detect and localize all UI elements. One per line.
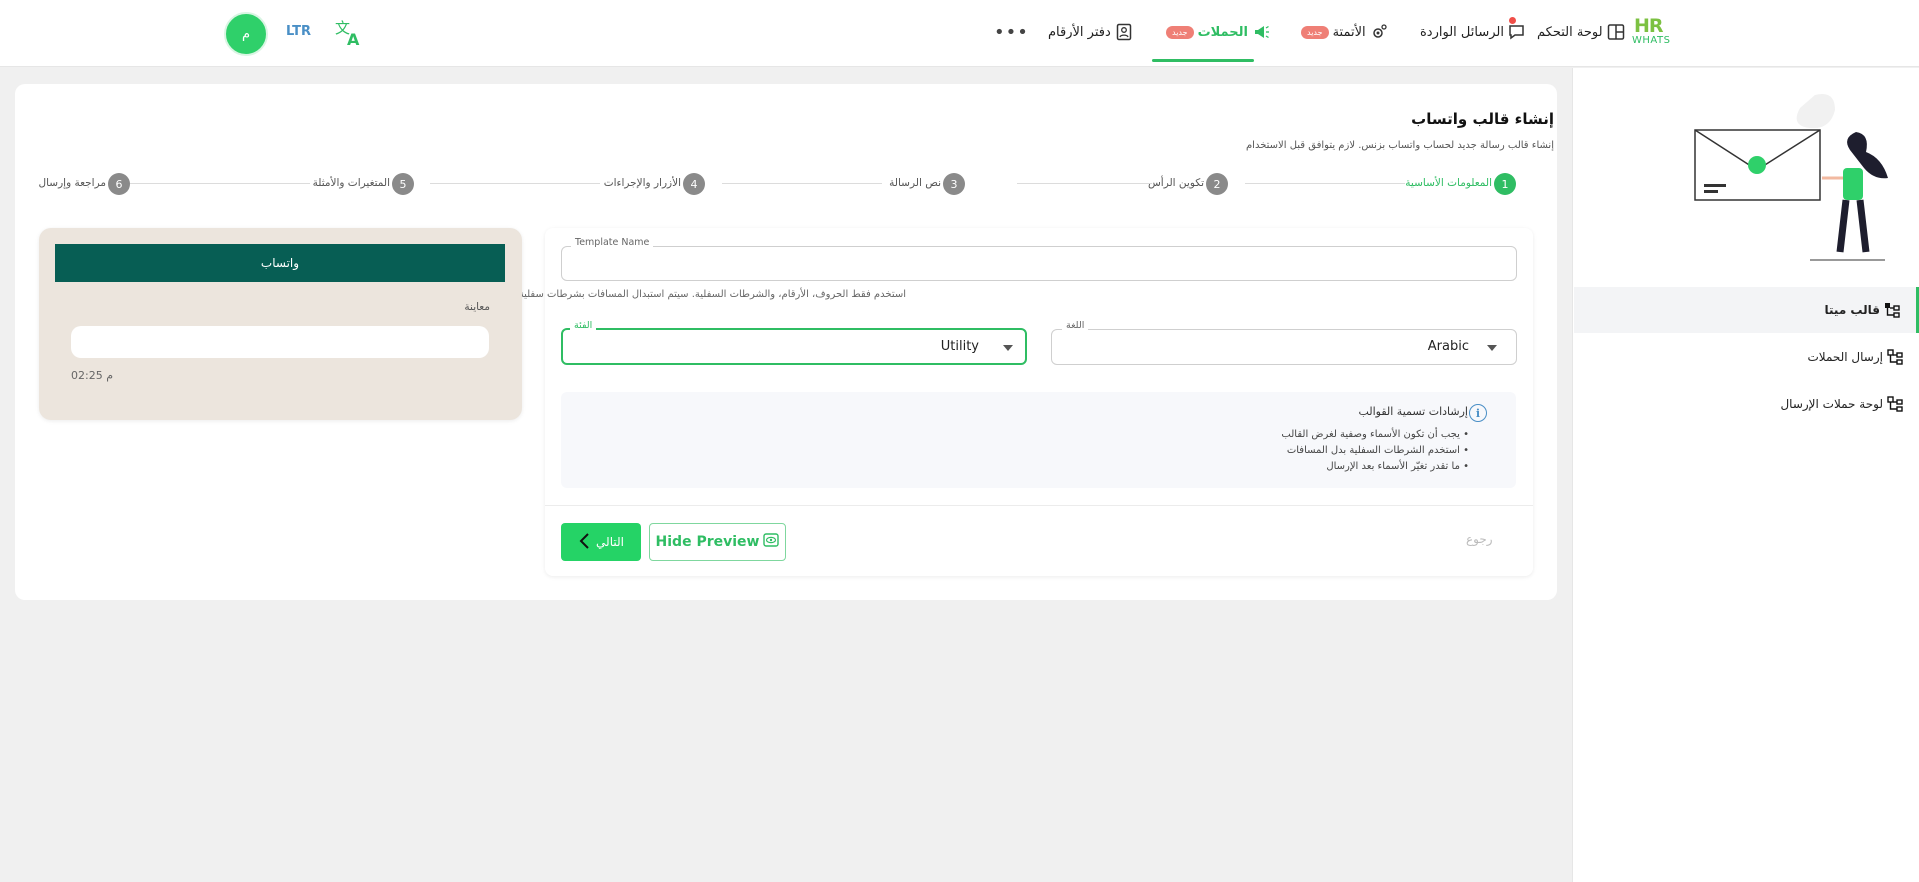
guideline-item: • استخدم الشرطات السفلية بدل المسافات xyxy=(1286,445,1469,456)
sidebar-item-send-campaigns[interactable]: إرسال الحملات xyxy=(1574,334,1919,380)
hide-preview-button[interactable]: Hide Preview xyxy=(649,523,786,561)
template-name-field[interactable] xyxy=(561,246,1517,281)
more-menu-icon[interactable]: ••• xyxy=(994,22,1029,43)
envelope-illustration xyxy=(1690,90,1900,270)
template-name-helper: استخدم فقط الحروف، الأرقام، والشرطات الس… xyxy=(515,289,906,300)
nav-dashboard[interactable]: لوحة التحكم xyxy=(1537,20,1625,44)
language-value: Arabic xyxy=(1427,339,1469,354)
chevron-down-icon xyxy=(1003,345,1013,351)
nav-automation[interactable]: الأتمتة جديد xyxy=(1295,20,1388,44)
step-1-label: المعلومات الأساسية xyxy=(1405,177,1492,189)
stepper-connector xyxy=(430,183,600,184)
message-bubble xyxy=(71,326,489,358)
chevron-down-icon xyxy=(1487,345,1497,351)
step-3-label: نص الرسالة xyxy=(889,177,941,189)
preview-header: واتساب xyxy=(55,244,505,282)
stepper-connector xyxy=(1245,183,1405,184)
hide-preview-label: Hide Preview xyxy=(655,534,760,550)
language-label: اللغة xyxy=(1062,320,1089,331)
avatar[interactable]: م xyxy=(224,12,268,56)
step-1-number[interactable]: 1 xyxy=(1494,173,1516,195)
back-button[interactable]: رجوع xyxy=(1466,532,1493,546)
next-button-label: التالي xyxy=(596,535,624,549)
step-6-number[interactable]: 6 xyxy=(108,173,130,195)
sidebar-item-meta-template[interactable]: قالب ميتا xyxy=(1574,287,1919,333)
step-4-number[interactable]: 4 xyxy=(683,173,705,195)
nav-dashboard-label: لوحة التحكم xyxy=(1537,24,1603,40)
step-2-label: تكوين الرأس xyxy=(1147,177,1204,189)
translate-icon[interactable]: 文 A xyxy=(334,18,364,49)
sidebar-item-campaign-board[interactable]: لوحة حملات الإرسال xyxy=(1574,381,1919,427)
footer-divider xyxy=(545,505,1533,506)
nav-contacts-label: دفتر الأرقام xyxy=(1048,24,1111,40)
nav-campaigns-label: الحملات xyxy=(1197,24,1248,40)
megaphone-icon xyxy=(1252,23,1270,41)
sidebar-item-label: إرسال الحملات xyxy=(1807,350,1883,364)
info-icon: i xyxy=(1469,404,1487,422)
page-subtitle: إنشاء قالب رسالة جديد لحساب واتساب بزنس.… xyxy=(1245,140,1554,151)
message-time: 02:25 م xyxy=(71,369,114,382)
svg-text:A: A xyxy=(347,30,360,48)
nav-inbox-label: الرسائل الواردة xyxy=(1420,24,1504,40)
language-select[interactable]: Arabic xyxy=(1051,329,1517,365)
guideline-item: • ما تقدر تغيّر الأسماء بعد الإرسال xyxy=(1326,461,1469,472)
step-6-label: مراجعة وإرسال xyxy=(38,177,106,189)
category-label: الفئة xyxy=(570,320,597,331)
category-value: Utility xyxy=(940,339,979,354)
stepper-connector xyxy=(130,183,310,184)
nav-campaigns[interactable]: الحملات جديد xyxy=(1160,20,1270,44)
template-tree-icon xyxy=(1884,302,1900,318)
contacts-icon xyxy=(1115,23,1133,41)
preview-label: معاينة xyxy=(464,301,490,313)
stepper-connector xyxy=(1017,183,1152,184)
chevron-left-icon xyxy=(578,532,590,552)
new-badge: جديد xyxy=(1166,25,1194,39)
guideline-item: • يجب أن تكون الأسماء وصفية لغرض القالب xyxy=(1281,429,1469,440)
automation-icon xyxy=(1370,23,1388,41)
category-select[interactable]: Utility xyxy=(561,328,1027,365)
inbox-icon xyxy=(1508,23,1526,41)
step-2-number[interactable]: 2 xyxy=(1206,173,1228,195)
guidelines-title: إرشادات تسمية القوالب xyxy=(1358,405,1468,418)
campaign-board-tree-icon xyxy=(1887,396,1903,412)
stepper-connector xyxy=(722,183,882,184)
sidebar-item-label: لوحة حملات الإرسال xyxy=(1780,397,1883,411)
top-bar: HR WHATS لوحة التحكم الرسائل الواردة الأ… xyxy=(0,0,1919,67)
nav-automation-label: الأتمتة xyxy=(1332,24,1366,40)
send-tree-icon xyxy=(1887,349,1903,365)
template-name-input[interactable] xyxy=(572,255,1502,273)
nav-contacts[interactable]: دفتر الأرقام xyxy=(1048,20,1133,44)
sidebar-item-label: قالب ميتا xyxy=(1824,303,1880,317)
step-5-number[interactable]: 5 xyxy=(392,173,414,195)
brand-logo[interactable]: HR WHATS xyxy=(1632,15,1670,49)
step-3-number[interactable]: 3 xyxy=(943,173,965,195)
eye-icon xyxy=(763,533,780,551)
step-4-label: الأزرار والإجراءات xyxy=(603,177,681,189)
brand-logo-text: HR xyxy=(1634,15,1664,37)
next-button[interactable]: التالي xyxy=(561,523,641,561)
step-5-label: المتغيرات والأمثلة xyxy=(312,177,390,189)
template-name-label: Template Name xyxy=(571,237,654,248)
brand-logo-subtext: WHATS xyxy=(1632,35,1671,46)
direction-toggle[interactable]: LTR xyxy=(286,24,311,39)
new-badge: جديد xyxy=(1301,25,1329,39)
unread-dot xyxy=(1509,17,1516,24)
active-tab-indicator xyxy=(1152,59,1254,62)
dashboard-icon xyxy=(1607,23,1625,41)
page-title: إنشاء قالب واتساب xyxy=(1411,110,1554,128)
